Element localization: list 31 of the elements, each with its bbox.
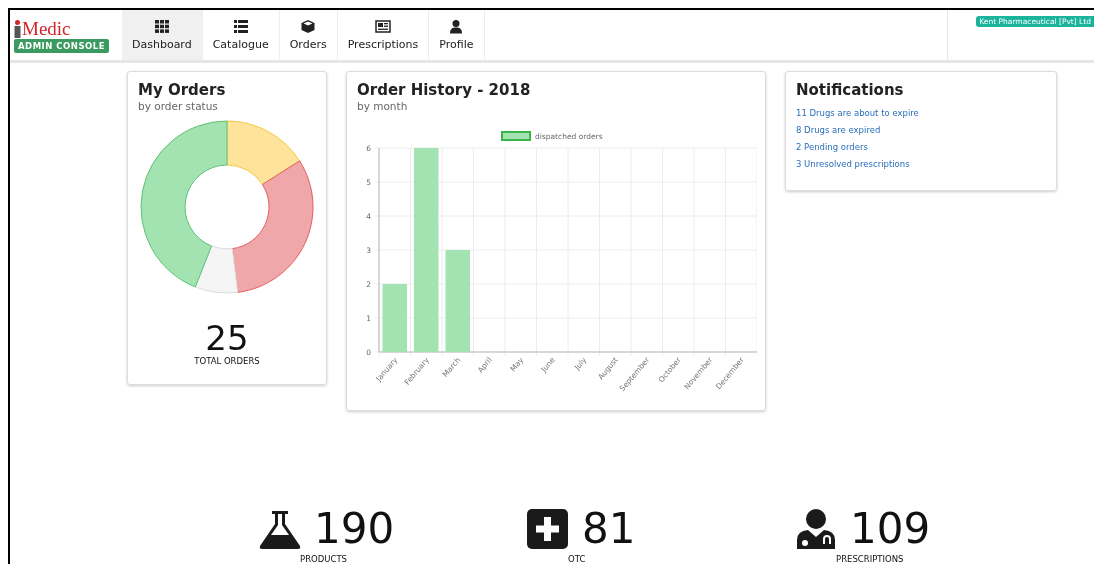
notification-link[interactable]: 3 Unresolved prescriptions [796, 159, 1046, 169]
card-title: Notifications [796, 81, 905, 99]
legend-swatch [501, 131, 531, 141]
plus-icon [526, 508, 570, 550]
notification-link[interactable]: 8 Drugs are expired [796, 125, 1046, 135]
card-subtitle: by month [357, 100, 409, 112]
stat-label: OTC [568, 554, 586, 564]
stat-label: PRODUCTS [300, 554, 347, 564]
card-title: Order History - 2018 [357, 81, 532, 99]
stat-value: 109 [850, 506, 931, 552]
nav-tab[interactable]: Dashboard [122, 10, 203, 60]
notification-link[interactable]: 2 Pending orders [796, 142, 1046, 152]
chart-bar [382, 284, 407, 352]
list-icon [232, 19, 249, 34]
logo-tagline: ADMIN CONSOLE [14, 38, 109, 53]
user-icon [448, 19, 465, 34]
notification-link[interactable]: 11 Drugs are about to expire [796, 108, 1046, 118]
newspaper-icon [375, 19, 391, 34]
stat-label: PRESCRIPTIONS [836, 554, 904, 564]
total-count: 25 [205, 320, 249, 356]
card-subtitle: by order status [138, 100, 218, 112]
logo-i-icon [14, 19, 21, 38]
stat-value: 190 [314, 506, 395, 552]
stat-value: 81 [582, 506, 636, 552]
grid-icon [153, 19, 170, 34]
logo-name: Medic [22, 19, 71, 38]
cube-icon [300, 19, 317, 34]
doctor-icon [794, 508, 838, 550]
flask-icon [258, 508, 302, 550]
card-title: My Orders [138, 81, 226, 99]
total-label: TOTAL ORDERS [194, 356, 260, 366]
